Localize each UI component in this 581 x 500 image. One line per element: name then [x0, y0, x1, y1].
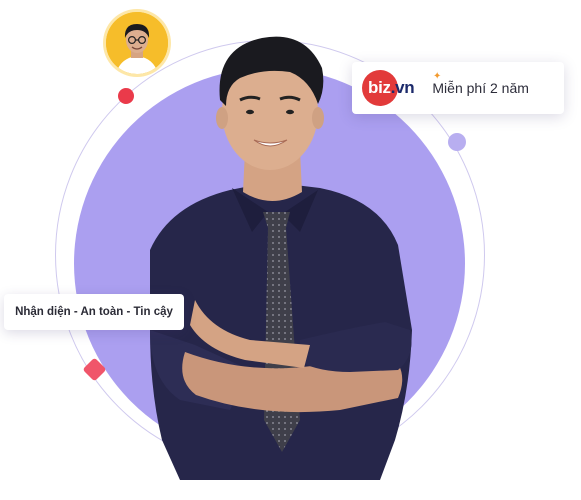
tagline-label: Nhận diện - An toàn - Tin cậy [4, 294, 184, 330]
logo-wordmark: biz.vn [362, 70, 415, 106]
badge-text: Miễn phí 2 năm [432, 80, 529, 96]
logo-tld-text: .vn [390, 78, 415, 97]
user-avatar [106, 12, 168, 74]
avatar-person-image [106, 12, 168, 74]
hero-illustration: biz.vn ✦ Miễn phí 2 năm Nhận diện - An t… [0, 0, 581, 500]
logo-brand-text: biz [368, 78, 391, 97]
sparkle-icon: ✦ [433, 71, 442, 82]
promo-badge: biz.vn ✦ Miễn phí 2 năm [352, 62, 564, 114]
bizvn-logo: biz.vn ✦ [362, 70, 441, 106]
